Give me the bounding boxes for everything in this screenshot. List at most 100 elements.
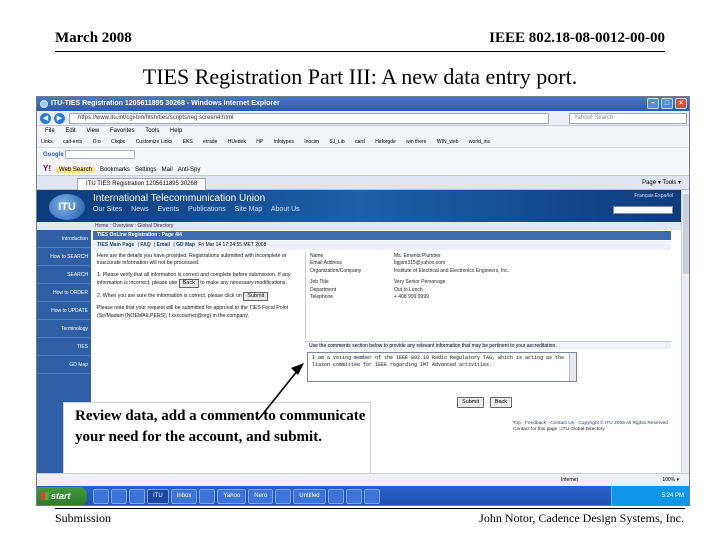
leftnav-introduction[interactable]: Introduction (37, 230, 91, 248)
form-submit-button[interactable]: Submit (457, 397, 485, 408)
comments-scrollbar[interactable] (569, 353, 576, 381)
yahoo-antispy-button[interactable]: Anti-Spy (178, 167, 201, 173)
close-icon[interactable]: × (675, 98, 687, 109)
taskbar-item[interactable] (345, 489, 362, 504)
taskbar-items: ITU Inbox Yahoo Nero Untitled (93, 489, 380, 504)
yahoo-bookmarks-button[interactable]: Bookmarks (100, 167, 130, 173)
link-item[interactable]: etrade (203, 139, 217, 145)
taskbar-item[interactable]: ITU (147, 489, 169, 504)
taskbar-item[interactable] (129, 489, 145, 504)
yahoo-toolbar: Y! Web Search Bookmarks Settings Mail An… (37, 162, 689, 176)
link-item[interactable]: WIN_web (437, 139, 459, 145)
taskbar-item[interactable]: Yahoo (217, 489, 247, 504)
tab-bar: ITU TIES Registration 1205611895 30268 P… (37, 176, 689, 190)
link-item[interactable]: Infotypes (274, 139, 294, 145)
leftnav-terminology[interactable]: Terminology (37, 320, 91, 338)
minimize-icon[interactable]: – (647, 98, 659, 109)
leftnav-how-to-search[interactable]: How to SEARCH (37, 248, 91, 266)
link-item[interactable]: Customize Links (136, 139, 173, 145)
site-nav: Our Sites News Events Publications Site … (93, 206, 307, 213)
windows-logo-icon (41, 492, 49, 500)
google-search-input[interactable] (65, 149, 136, 159)
submit-button[interactable]: Submit (243, 292, 269, 302)
taskbar-item[interactable] (275, 489, 292, 504)
tab-ties-registration[interactable]: ITU TIES Registration 1205611895 30268 (77, 178, 207, 190)
detail-value: + 408 999 9999 (394, 293, 429, 300)
link-ties-main[interactable]: TIES Main Page (97, 242, 134, 248)
taskbar-item[interactable]: Nero (248, 489, 274, 504)
menu-view[interactable]: View (86, 128, 99, 134)
link-item[interactable]: card (355, 139, 365, 145)
nav-our-sites[interactable]: Our Sites (93, 206, 122, 213)
yahoo-web-search-button[interactable]: Web Search (56, 167, 95, 173)
link-item[interactable]: HUedek (228, 139, 246, 145)
url-input[interactable]: https://www.itu.int/cgi-bin/htsh/ties/sc… (69, 113, 549, 124)
link-item[interactable]: win there (406, 139, 426, 145)
search-input[interactable]: Yahoo! Search (569, 113, 687, 124)
menu-tools[interactable]: Tools (145, 128, 159, 134)
link-item[interactable]: EKS (183, 139, 193, 145)
link-faq[interactable]: FAQ (140, 242, 150, 248)
site-search-input[interactable] (613, 206, 673, 214)
detail-value: Ms. Emerita Plumber (394, 253, 441, 259)
link-email[interactable]: Email (157, 242, 170, 248)
back-arrow-icon[interactable]: ◀ (40, 113, 51, 124)
yahoo-logo: Y! (43, 164, 51, 173)
nav-publications[interactable]: Publications (188, 206, 226, 213)
leftnav-how-to-order[interactable]: How to ORDER (37, 284, 91, 302)
status-bar: Internet 100% ▾ (37, 473, 689, 486)
maximize-icon[interactable]: □ (661, 98, 673, 109)
taskbar-item[interactable] (93, 489, 109, 504)
leftnav-search[interactable]: SEARCH (37, 266, 91, 284)
leftnav-how-to-update[interactable]: How to UPDATE (37, 302, 91, 320)
taskbar-item[interactable] (363, 489, 380, 504)
back-button[interactable]: Back (178, 279, 199, 289)
footer-contact[interactable]: Contact for this page : ITU Global Direc… (513, 427, 673, 433)
page-tools-menu[interactable]: Page ▾ Tools ▾ (642, 176, 681, 190)
nav-site-map[interactable]: Site Map (235, 206, 263, 213)
link-item[interactable]: O:o (93, 139, 101, 145)
nav-events[interactable]: Events (158, 206, 179, 213)
forward-arrow-icon[interactable]: ▶ (54, 113, 65, 124)
taskbar-item[interactable] (327, 489, 344, 504)
detail-row: Email Address bgjxm315@yahoo.com (306, 260, 671, 267)
taskbar-item[interactable] (111, 489, 127, 504)
page-scrollbar[interactable] (681, 190, 689, 473)
instruction-note: Please note that your request will be su… (97, 305, 289, 319)
menu-favorites[interactable]: Favorites (110, 128, 135, 134)
scrollbar-thumb[interactable] (683, 194, 689, 274)
link-item[interactable]: world_ins (469, 139, 490, 145)
link-item[interactable]: Ckqbc (111, 139, 125, 145)
link-item[interactable]: Haforgde (375, 139, 396, 145)
yahoo-mail-button[interactable]: Mail (162, 167, 173, 173)
menu-file[interactable]: File (45, 128, 55, 134)
slide-title: TIES Registration Part III: A new data e… (142, 64, 578, 89)
nav-news[interactable]: News (131, 206, 149, 213)
link-item[interactable]: cad-ents (63, 139, 82, 145)
detail-label: Department (310, 286, 337, 293)
link-item[interactable]: Inocim (304, 139, 319, 145)
menu-edit[interactable]: Edit (65, 128, 75, 134)
comments-textarea[interactable]: I am a voting member of the IEEE 802.18 … (307, 352, 577, 382)
leftnav-ties[interactable]: TIES (37, 338, 91, 356)
itu-logo[interactable]: ITU (49, 194, 85, 220)
language-links[interactable]: Français Español (634, 193, 673, 199)
links-bar: Links cad-ents O:o Ckqbc Customize Links… (37, 137, 689, 148)
link-item[interactable]: SJ_Lib (329, 139, 344, 145)
leftnav-gd-map[interactable]: GD Map (37, 356, 91, 374)
form-back-button[interactable]: Back (489, 397, 513, 408)
link-item[interactable]: HP (256, 139, 263, 145)
taskbar-item[interactable]: Untitled (293, 489, 326, 504)
link-gd-map[interactable]: GD Map (176, 242, 195, 248)
taskbar-item[interactable] (199, 489, 216, 504)
breadcrumb[interactable]: Home : Overview : Global Directory (37, 222, 683, 230)
org-name: International Telecommunication Union (93, 193, 266, 204)
taskbar-item[interactable]: Inbox (170, 489, 198, 504)
tray-clock: 5:24 PM (661, 493, 684, 499)
start-button[interactable]: start (37, 487, 87, 505)
yahoo-settings-button[interactable]: Settings (135, 167, 157, 173)
zoom-level[interactable]: 100% ▾ (662, 474, 679, 486)
nav-about-us[interactable]: About Us (271, 206, 300, 213)
itu-banner: ITU International Telecommunication Unio… (37, 190, 683, 222)
menu-help[interactable]: Help (170, 128, 182, 134)
